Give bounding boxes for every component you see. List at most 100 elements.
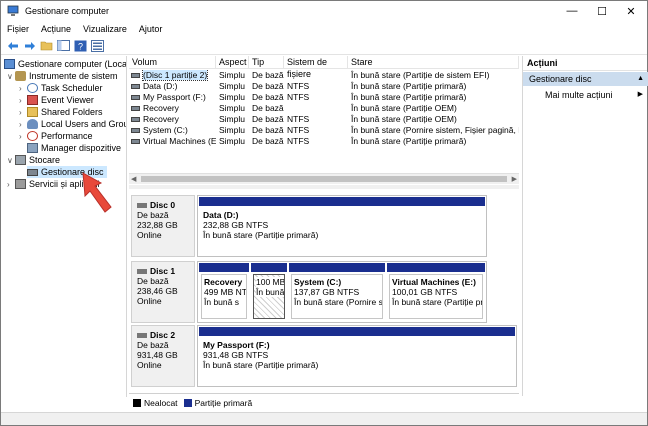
column-header-type[interactable]: Tip: [249, 56, 284, 69]
cell-text: În bună stare (Partiție OEM): [351, 103, 457, 113]
table-cell-name: System (C:): [129, 125, 216, 136]
menu-action[interactable]: Acțiune: [35, 24, 77, 34]
primary-partition-bar: [199, 263, 249, 272]
disk-label-1[interactable]: Disc 1 De bază 238,46 GB Online: [131, 261, 195, 323]
table-cell-name: My Passport (F:): [129, 92, 216, 103]
table-cell-layout: Simplu: [219, 103, 249, 114]
more-actions-item[interactable]: Mai multe acțiuni ▶: [523, 89, 648, 101]
cell-text: (Disc 1 partiție 2): [141, 70, 209, 81]
partition-status: În bună stare (Partiție primară): [203, 230, 319, 240]
minimize-button[interactable]: —: [557, 1, 587, 21]
tree-node-storage[interactable]: ∨ Stocare: [7, 154, 60, 166]
tree-node-label: Event Viewer: [41, 95, 94, 105]
table-row[interactable]: (Disc 1 partiție 2) Simplu De bază În bună …: [129, 70, 519, 81]
maximize-button[interactable]: ☐: [587, 1, 617, 21]
partition-title: Virtual Machines (E:): [392, 277, 476, 287]
table-cell-status: În bună stare (Pornire sistem, Fișier pa…: [351, 125, 519, 136]
expand-chevron-icon[interactable]: ›: [19, 84, 27, 93]
cell-text: Simplu: [219, 136, 245, 146]
partition-title: Data (D:): [203, 210, 239, 220]
menu-help[interactable]: Ajutor: [133, 24, 169, 34]
table-cell-type: De bază: [252, 103, 284, 114]
cell-text: NTFS: [287, 136, 310, 146]
menu-view[interactable]: Vizualizare: [77, 24, 133, 34]
tree-node-local-users[interactable]: › Local Users and Groups: [19, 118, 126, 130]
table-row[interactable]: Recovery Simplu De bază În bună stare (Part…: [129, 103, 519, 114]
performance-icon: [27, 131, 38, 141]
partition-data-d[interactable]: Data (D:) 232,88 GB NTFS În bună stare (…: [198, 196, 486, 256]
tree-node-computer-management[interactable]: Gestionare computer (Local): [4, 58, 126, 70]
table-row[interactable]: System (C:) Simplu De bază NTFS În bună star…: [129, 125, 519, 136]
unallocated-swatch: [133, 399, 141, 408]
expand-chevron-icon[interactable]: ›: [19, 96, 27, 105]
volume-icon: [131, 128, 140, 134]
column-header-filesystem[interactable]: Sistem de fișiere: [284, 56, 348, 79]
disk-label-0[interactable]: Disc 0 De bază 232,88 GB Online: [131, 195, 195, 257]
menu-file[interactable]: Fișier: [1, 24, 35, 34]
tree-node-shared-folders[interactable]: › Shared Folders: [19, 106, 103, 118]
disk-label-2[interactable]: Disc 2 De bază 931,48 GB Online: [131, 325, 195, 387]
event-viewer-icon: [27, 95, 38, 105]
tree-node-device-manager[interactable]: Manager dispozitive: [27, 142, 121, 154]
partition-status: În bună stare (Partiție primar: [392, 297, 483, 307]
table-row[interactable]: Recovery Simplu De bază NTFS În bună stare (…: [129, 114, 519, 125]
column-header-layout[interactable]: Aspect: [216, 56, 249, 69]
tree-node-label: Manager dispozitive: [41, 143, 122, 153]
table-cell-fs: NTFS: [287, 136, 348, 147]
primary-partition-bar: [289, 263, 385, 272]
volume-icon: [131, 117, 140, 123]
disk-size: 238,46 GB: [137, 286, 178, 296]
table-cell-type: De bază: [252, 81, 284, 92]
up-folder-button[interactable]: [39, 38, 54, 53]
help-button[interactable]: ?: [73, 38, 88, 53]
cell-text: Simplu: [219, 81, 245, 91]
horizontal-scrollbar[interactable]: ◀ ▶: [129, 173, 519, 184]
tree-node-task-scheduler[interactable]: › Task Scheduler: [19, 82, 103, 94]
partition-recovery[interactable]: Recovery 499 MB NTF În bună s: [198, 262, 250, 322]
partition-efi-system[interactable]: 100 MB În bună: [250, 262, 288, 322]
actions-section-disk-management[interactable]: Gestionare disc ▲: [523, 72, 648, 86]
scroll-right-icon[interactable]: ▶: [512, 175, 517, 183]
legend-primary: Partiție primară: [183, 398, 252, 408]
tree-node-performance[interactable]: › Performance: [19, 130, 93, 142]
table-cell-layout: Simplu: [219, 125, 249, 136]
disk-type: De bază: [137, 340, 169, 350]
table-row[interactable]: Data (D:) Simplu De bază NTFS În bună stare …: [129, 81, 519, 92]
cell-text: Recovery: [143, 103, 179, 113]
expand-chevron-icon[interactable]: ›: [19, 120, 27, 129]
scroll-left-icon[interactable]: ◀: [131, 175, 136, 183]
collapse-chevron-icon[interactable]: ∨: [7, 72, 15, 81]
forward-button[interactable]: [22, 38, 37, 53]
collapse-triangle-icon[interactable]: ▲: [637, 72, 644, 86]
cell-text: De bază: [252, 114, 284, 124]
table-row[interactable]: Virtual Machines (E:) Simplu De bază NTFS În…: [129, 136, 519, 147]
partition-system-c[interactable]: System (C:) 137,87 GB NTFS În bună stare…: [288, 262, 386, 322]
column-header-volume[interactable]: Volum: [129, 56, 216, 69]
show-hide-tree-button[interactable]: [56, 38, 71, 53]
collapse-chevron-icon[interactable]: ∨: [7, 156, 15, 165]
partition-my-passport-f[interactable]: My Passport (F:) 931,48 GB NTFS În bună …: [198, 326, 516, 386]
column-header-status[interactable]: Stare: [348, 56, 519, 69]
partition-virtual-machines-e[interactable]: Virtual Machines (E:) 100,01 GB NTFS În …: [386, 262, 486, 322]
expand-chevron-icon[interactable]: ›: [7, 180, 15, 189]
scrollbar-thumb[interactable]: [141, 176, 507, 182]
disk-state: Online: [137, 296, 162, 306]
services-icon: [15, 179, 26, 189]
expand-chevron-icon[interactable]: ›: [19, 108, 27, 117]
back-button[interactable]: [5, 38, 20, 53]
close-button[interactable]: ✕: [616, 1, 646, 21]
properties-button[interactable]: [90, 38, 105, 53]
storage-icon: [15, 155, 26, 165]
expand-chevron-icon[interactable]: ›: [19, 132, 27, 141]
console-tree-icon: [57, 40, 70, 51]
disk-name: Disc 1: [150, 266, 176, 276]
tree-node-system-tools[interactable]: ∨ Instrumente de sistem: [7, 70, 118, 82]
partition-status: În bună stare (Partiție primară): [203, 360, 319, 370]
tree-node-event-viewer[interactable]: › Event Viewer: [19, 94, 94, 106]
table-row[interactable]: My Passport (F:) Simplu De bază NTFS În bună…: [129, 92, 519, 103]
table-cell-fs: NTFS: [287, 125, 348, 136]
table-cell-name: (Disc 1 partiție 2): [129, 70, 216, 81]
table-cell-type: De bază: [252, 114, 284, 125]
table-cell-status: În bună stare (Partiție primară): [351, 92, 519, 103]
table-cell-name: Virtual Machines (E:): [129, 136, 216, 147]
